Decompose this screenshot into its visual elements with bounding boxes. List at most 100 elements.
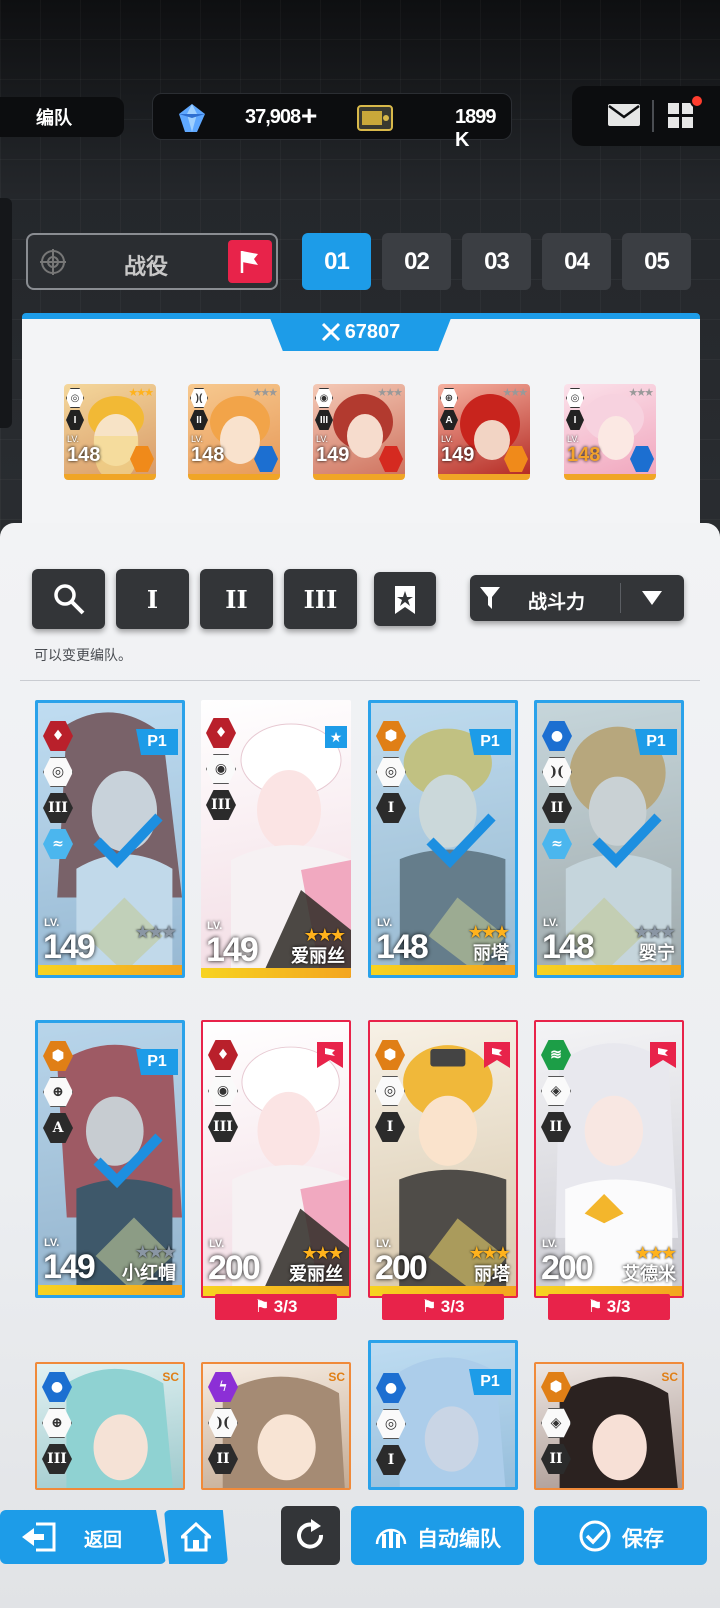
character-card[interactable]: ≋ ◈ II LV. 200 ★★★ 艾德米 (534, 1020, 684, 1298)
mode-selector[interactable]: 战役 (26, 233, 278, 290)
add-gems-button[interactable]: + (301, 100, 317, 132)
burst-badge: II (541, 1444, 571, 1474)
burst-badge: I (376, 793, 406, 823)
hint-text: 可以变更编队。 (34, 647, 132, 663)
crosshair-icon (40, 249, 66, 275)
auto-formation-label: 自动编队 (417, 1528, 501, 1551)
flag-icon (240, 251, 258, 273)
squad-tag: SC (661, 1370, 678, 1384)
character-name: 爱丽丝 (289, 1264, 343, 1284)
back-label: 返回 (84, 1530, 123, 1551)
squad-tag: P1 (136, 729, 178, 755)
character-card[interactable]: ● ◎ I P1 (368, 1340, 518, 1490)
sort-dropdown[interactable]: 战斗力 (470, 575, 684, 621)
save-button[interactable]: 保存 (534, 1506, 707, 1565)
tab-squad-05[interactable]: 05 (622, 233, 691, 290)
character-card[interactable]: ♦ ◉ III ★ LV. 149 ★★★ 爱丽丝 (201, 700, 351, 978)
wind-icon: ≈ (542, 829, 572, 859)
rank-stars: ★★★ (502, 387, 528, 399)
chevron-down-icon (642, 591, 662, 605)
level-value: 200 (375, 1249, 428, 1287)
search-button[interactable] (32, 569, 105, 629)
back-button[interactable]: 返回 (0, 1510, 166, 1564)
character-card[interactable]: ● ⊕ III SC (35, 1362, 185, 1490)
character-card[interactable]: ⬢ ◎ I P1 LV. 148 ★★★ 丽塔 (368, 700, 518, 978)
fire-element-icon: ♦ (208, 1040, 238, 1070)
character-name: 爱丽丝 (291, 946, 345, 966)
fire-element-icon: ♦ (43, 721, 73, 751)
badge-column: ⬢ ◎ I (376, 721, 406, 829)
rank-stars: ★★★ (377, 387, 403, 399)
bookmark-star-icon (395, 586, 415, 614)
check-circle-icon (579, 1520, 611, 1552)
level-value: 149 (43, 1248, 96, 1286)
badge-column: ⬢ ◎ I (375, 1040, 405, 1148)
burst-badge: II (208, 1444, 238, 1474)
character-card[interactable]: ♦ ◉ III LV. 200 ★★★ 爱丽丝 (201, 1020, 351, 1298)
flag-icon (317, 1042, 343, 1068)
refresh-icon (297, 1519, 324, 1549)
level-value: 200 (208, 1249, 261, 1287)
class-icon: ◈ (541, 1076, 571, 1106)
character-card[interactable]: ϟ )( II SC (201, 1362, 351, 1490)
filter-funnel-icon (480, 587, 500, 609)
exit-icon (22, 1522, 56, 1552)
filter-burst-3[interactable]: III (284, 569, 357, 629)
level-label: LV. (191, 434, 204, 444)
save-label: 保存 (622, 1528, 664, 1551)
character-card[interactable]: ♦ ◎ III ≈ P1 LV. 149 ★★★ (35, 700, 185, 978)
squad-slot-3[interactable]: ◉ III LV. 149 ★★★ (313, 384, 405, 480)
level-label: LV. (567, 434, 580, 444)
squad-slot-2[interactable]: )( II LV. 148 ★★★ (188, 384, 280, 480)
tab-squad-03[interactable]: 03 (462, 233, 531, 290)
notification-dot (690, 94, 704, 108)
class-icon: ◉ (208, 1076, 238, 1106)
character-name: 丽塔 (473, 943, 509, 963)
flag-icon: ⚑ (254, 1297, 270, 1316)
checkmark-icon (93, 1133, 163, 1189)
squad-tag: P1 (469, 1369, 511, 1395)
squad-slot-5[interactable]: ◎ I LV. 148 ★★★ (564, 384, 656, 480)
home-button[interactable] (164, 1510, 228, 1564)
character-name: 婴宁 (639, 943, 675, 963)
class-icon: ◎ (376, 757, 406, 787)
filter-burst-1[interactable]: I (116, 569, 189, 629)
squad-tag: P1 (136, 1049, 178, 1075)
character-name: 小红帽 (122, 1263, 176, 1283)
auto-formation-icon (375, 1528, 407, 1548)
auto-formation-button[interactable]: 自动编队 (351, 1506, 524, 1565)
character-card[interactable]: ⬢ ◎ I LV. 200 ★★★ 丽塔 (368, 1020, 518, 1298)
mail-icon[interactable] (608, 104, 640, 126)
badge-column: ♦ ◉ III (206, 718, 236, 826)
tab-squad-01[interactable]: 01 (302, 233, 371, 290)
level-value: 148 (567, 444, 601, 466)
divider (20, 680, 700, 681)
favorite-filter-button[interactable] (374, 572, 436, 626)
character-card[interactable]: ⬢ ⊕ A P1 LV. 149 ★★★ 小红帽 (35, 1020, 185, 1298)
character-card[interactable]: ● )( II ≈ P1 LV. 148 ★★★ 婴宁 (534, 700, 684, 978)
filter-burst-2[interactable]: II (200, 569, 273, 629)
sort-label: 战斗力 (528, 592, 586, 613)
tab-squad-02[interactable]: 02 (382, 233, 451, 290)
iron-element-icon: ⬢ (376, 721, 406, 751)
class-icon: ◎ (375, 1076, 405, 1106)
campaign-flag-button[interactable] (228, 240, 272, 283)
reset-button[interactable] (281, 1506, 340, 1565)
quota-value: 3/3 (273, 1297, 298, 1316)
level-value: 149 (43, 928, 96, 966)
favorite-star-icon: ★ (325, 726, 347, 748)
burst-badge: III (43, 793, 73, 823)
squad-slot-1[interactable]: ◎ I LV. 148 ★★★ (64, 384, 156, 480)
character-name: 艾德米 (622, 1264, 676, 1284)
level-value: 148 (191, 444, 225, 466)
squad-power: 67807 (268, 313, 453, 351)
menu-grid-icon[interactable] (668, 103, 694, 129)
home-icon (181, 1522, 211, 1552)
side-drawer-handle[interactable] (0, 198, 12, 428)
squad-slot-4[interactable]: ⊕ A LV. 149 ★★★ (438, 384, 530, 480)
flag-icon (650, 1042, 676, 1068)
class-icon: )( (208, 1408, 238, 1438)
character-card[interactable]: ⬢ ◈ II SC (534, 1362, 684, 1490)
use-quota-badge: ⚑ 3/3 (548, 1294, 670, 1320)
tab-squad-04[interactable]: 04 (542, 233, 611, 290)
